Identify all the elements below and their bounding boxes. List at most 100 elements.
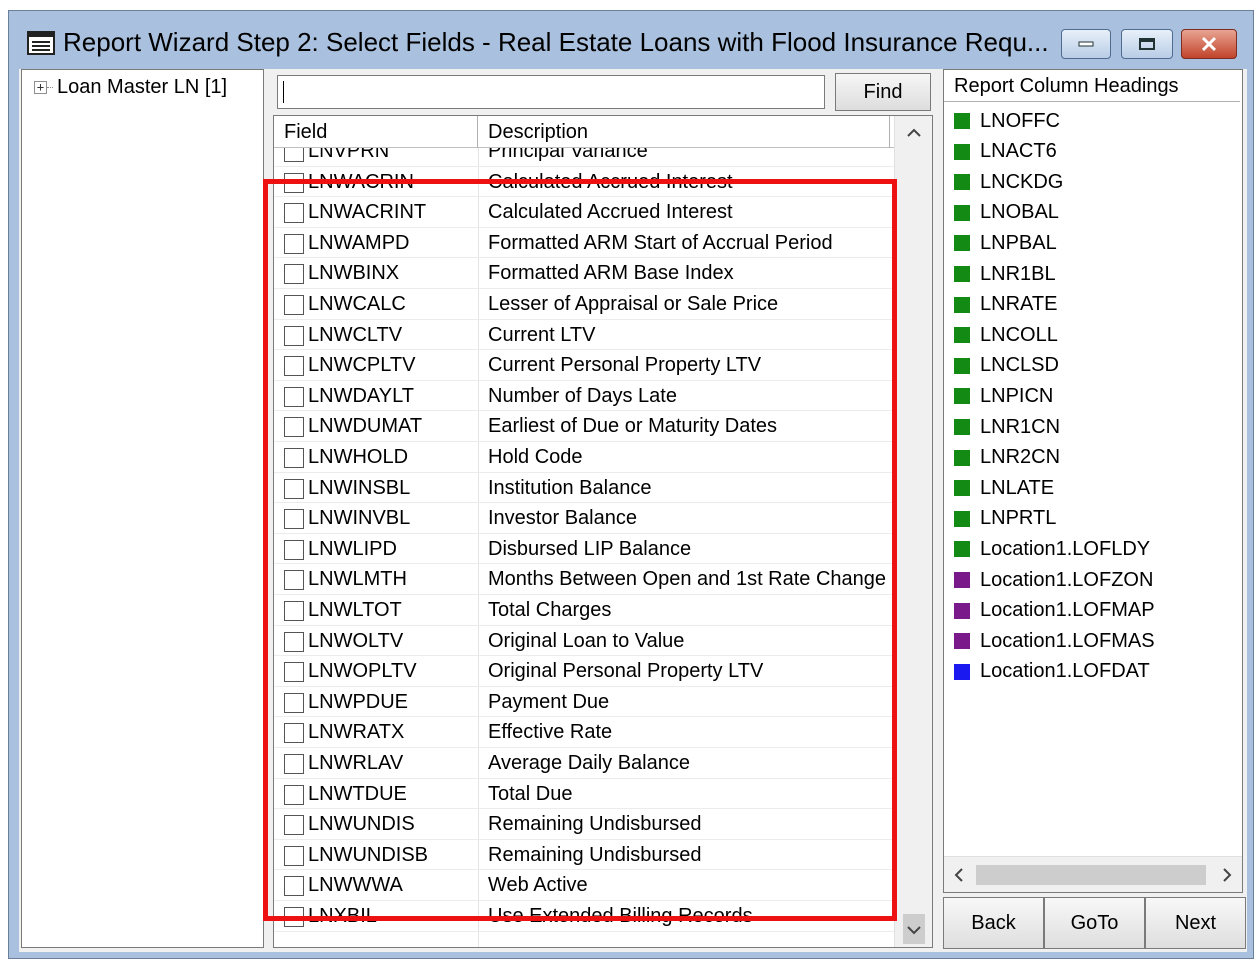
- scroll-thumb[interactable]: [976, 865, 1206, 885]
- column-header-description[interactable]: Description: [478, 116, 890, 148]
- heading-item[interactable]: Location1.LOFLDY: [954, 534, 1150, 564]
- table-row[interactable]: LNWWWA Web Active: [274, 870, 894, 901]
- field-checkbox[interactable]: [284, 233, 304, 254]
- next-button[interactable]: Next: [1145, 897, 1246, 949]
- table-row[interactable]: LNXBIL Use Extended Billing Records: [274, 901, 894, 932]
- field-checkbox[interactable]: [284, 692, 304, 713]
- heading-item[interactable]: LNR2CN: [954, 443, 1060, 473]
- color-swatch-icon: [954, 602, 970, 619]
- heading-item[interactable]: LNPRTL: [954, 504, 1056, 534]
- field-checkbox[interactable]: [284, 815, 304, 836]
- expand-icon[interactable]: +: [34, 81, 47, 94]
- heading-item[interactable]: LNCLSD: [954, 351, 1059, 381]
- column-header-field[interactable]: Field: [274, 116, 478, 148]
- field-checkbox[interactable]: [284, 570, 304, 591]
- field-checkbox[interactable]: [284, 264, 304, 285]
- heading-item[interactable]: LNOFFC: [954, 106, 1060, 136]
- field-checkbox[interactable]: [284, 295, 304, 315]
- table-row[interactable]: LNWCALC Lesser of Appraisal or Sale Price: [274, 289, 894, 320]
- search-input[interactable]: [277, 75, 825, 109]
- field-name: LNXBIL: [308, 905, 377, 927]
- table-row[interactable]: LNWTDUE Total Due: [274, 779, 894, 810]
- scroll-down-icon[interactable]: [895, 913, 932, 947]
- field-checkbox[interactable]: [284, 907, 304, 927]
- table-row[interactable]: LNWPDUE Payment Due: [274, 687, 894, 718]
- heading-item[interactable]: LNCOLL: [954, 320, 1058, 350]
- field-checkbox[interactable]: [284, 601, 304, 621]
- scroll-right-icon[interactable]: [1212, 857, 1242, 893]
- field-description: Current Personal Property LTV: [488, 354, 762, 377]
- table-row[interactable]: LNWAMPD Formatted ARM Start of Accrual Pe…: [274, 228, 894, 259]
- heading-item[interactable]: Location1.LOFZON: [954, 565, 1153, 595]
- table-row[interactable]: LNVPRN Principal Variance: [274, 148, 894, 167]
- table-row[interactable]: LNWDUMAT Earliest of Due or Maturity Date…: [274, 411, 894, 442]
- table-row[interactable]: LNWRLAV Average Daily Balance: [274, 748, 894, 779]
- table-row[interactable]: LNWDAYLT Number of Days Late: [274, 381, 894, 412]
- table-row[interactable]: LNWACRIN Calculated Accrued Interest: [274, 167, 894, 198]
- table-row[interactable]: LNWINSBL Institution Balance: [274, 473, 894, 504]
- field-checkbox[interactable]: [284, 723, 304, 744]
- table-row[interactable]: LNWCPLTV Current Personal Property LTV: [274, 350, 894, 381]
- table-row[interactable]: LNWLTOT Total Charges: [274, 595, 894, 626]
- field-checkbox[interactable]: [284, 386, 304, 407]
- field-checkbox[interactable]: [284, 478, 304, 499]
- heading-item[interactable]: LNPBAL: [954, 228, 1057, 258]
- field-description: Formatted ARM Start of Accrual Period: [488, 231, 833, 254]
- table-row[interactable]: LNWBINX Formatted ARM Base Index: [274, 258, 894, 289]
- field-checkbox[interactable]: [284, 356, 304, 377]
- minimize-button[interactable]: [1061, 29, 1111, 59]
- table-row[interactable]: LNWUNDISB Remaining Undisbursed: [274, 840, 894, 871]
- field-description: Average Daily Balance: [488, 752, 690, 774]
- field-checkbox[interactable]: [284, 754, 304, 774]
- close-button[interactable]: [1181, 29, 1237, 59]
- field-checkbox[interactable]: [284, 448, 304, 468]
- field-checkbox[interactable]: [284, 509, 304, 530]
- table-row[interactable]: LNWCLTV Current LTV: [274, 320, 894, 351]
- heading-item[interactable]: LNOBAL: [954, 198, 1059, 228]
- table-row[interactable]: LNWLMTH Months Between Open and 1st Rate …: [274, 564, 894, 595]
- field-checkbox[interactable]: [284, 325, 304, 346]
- back-button[interactable]: Back: [943, 897, 1044, 949]
- field-checkbox[interactable]: [284, 417, 304, 438]
- heading-item[interactable]: LNPICN: [954, 381, 1053, 411]
- scroll-up-icon[interactable]: [895, 116, 932, 150]
- field-checkbox[interactable]: [284, 148, 304, 162]
- heading-item[interactable]: LNLATE: [954, 473, 1054, 503]
- find-button[interactable]: Find: [835, 73, 931, 111]
- field-name: LNWCALC: [308, 293, 406, 315]
- scroll-left-icon[interactable]: [944, 857, 974, 893]
- field-checkbox[interactable]: [284, 845, 304, 866]
- table-row[interactable]: LNWACRINT Calculated Accrued Interest: [274, 197, 894, 228]
- field-checkbox[interactable]: [284, 662, 304, 683]
- goto-button[interactable]: GoTo: [1044, 897, 1145, 949]
- table-row[interactable]: LNWUNDIS Remaining Undisbursed: [274, 809, 894, 840]
- field-checkbox[interactable]: [284, 203, 304, 224]
- heading-item[interactable]: Location1.LOFMAP: [954, 596, 1155, 626]
- field-name: LNWRLAV: [308, 752, 404, 774]
- heading-item[interactable]: LNRATE: [954, 290, 1057, 320]
- tree-node-loan-master[interactable]: + Loan Master LN [1]: [34, 76, 227, 99]
- color-swatch-icon: [954, 510, 970, 527]
- field-checkbox[interactable]: [284, 784, 304, 805]
- maximize-button[interactable]: [1121, 29, 1173, 59]
- horizontal-scrollbar[interactable]: [944, 856, 1242, 892]
- table-row[interactable]: LNWLIPD Disbursed LIP Balance: [274, 534, 894, 565]
- heading-item[interactable]: Location1.LOFMAS: [954, 626, 1155, 656]
- table-row[interactable]: LNWHOLD Hold Code: [274, 442, 894, 473]
- heading-item[interactable]: LNR1BL: [954, 259, 1056, 289]
- table-row[interactable]: LNWINVBL Investor Balance: [274, 503, 894, 534]
- vertical-scrollbar[interactable]: [894, 116, 932, 947]
- heading-item[interactable]: LNR1CN: [954, 412, 1060, 442]
- field-checkbox[interactable]: [284, 172, 304, 193]
- field-checkbox[interactable]: [284, 876, 304, 897]
- heading-item[interactable]: LNACT6: [954, 137, 1057, 167]
- table-row[interactable]: LNWRATX Effective Rate: [274, 717, 894, 748]
- title-bar[interactable]: Report Wizard Step 2: Select Fields - Re…: [9, 11, 1253, 69]
- field-name: LNWUNDISB: [308, 843, 429, 866]
- table-row[interactable]: LNWOPLTV Original Personal Property LTV: [274, 656, 894, 687]
- field-checkbox[interactable]: [284, 539, 304, 560]
- heading-item[interactable]: LNCKDG: [954, 167, 1063, 197]
- heading-item[interactable]: Location1.LOFDAT: [954, 657, 1150, 687]
- field-checkbox[interactable]: [284, 631, 304, 652]
- table-row[interactable]: LNWOLTV Original Loan to Value: [274, 626, 894, 657]
